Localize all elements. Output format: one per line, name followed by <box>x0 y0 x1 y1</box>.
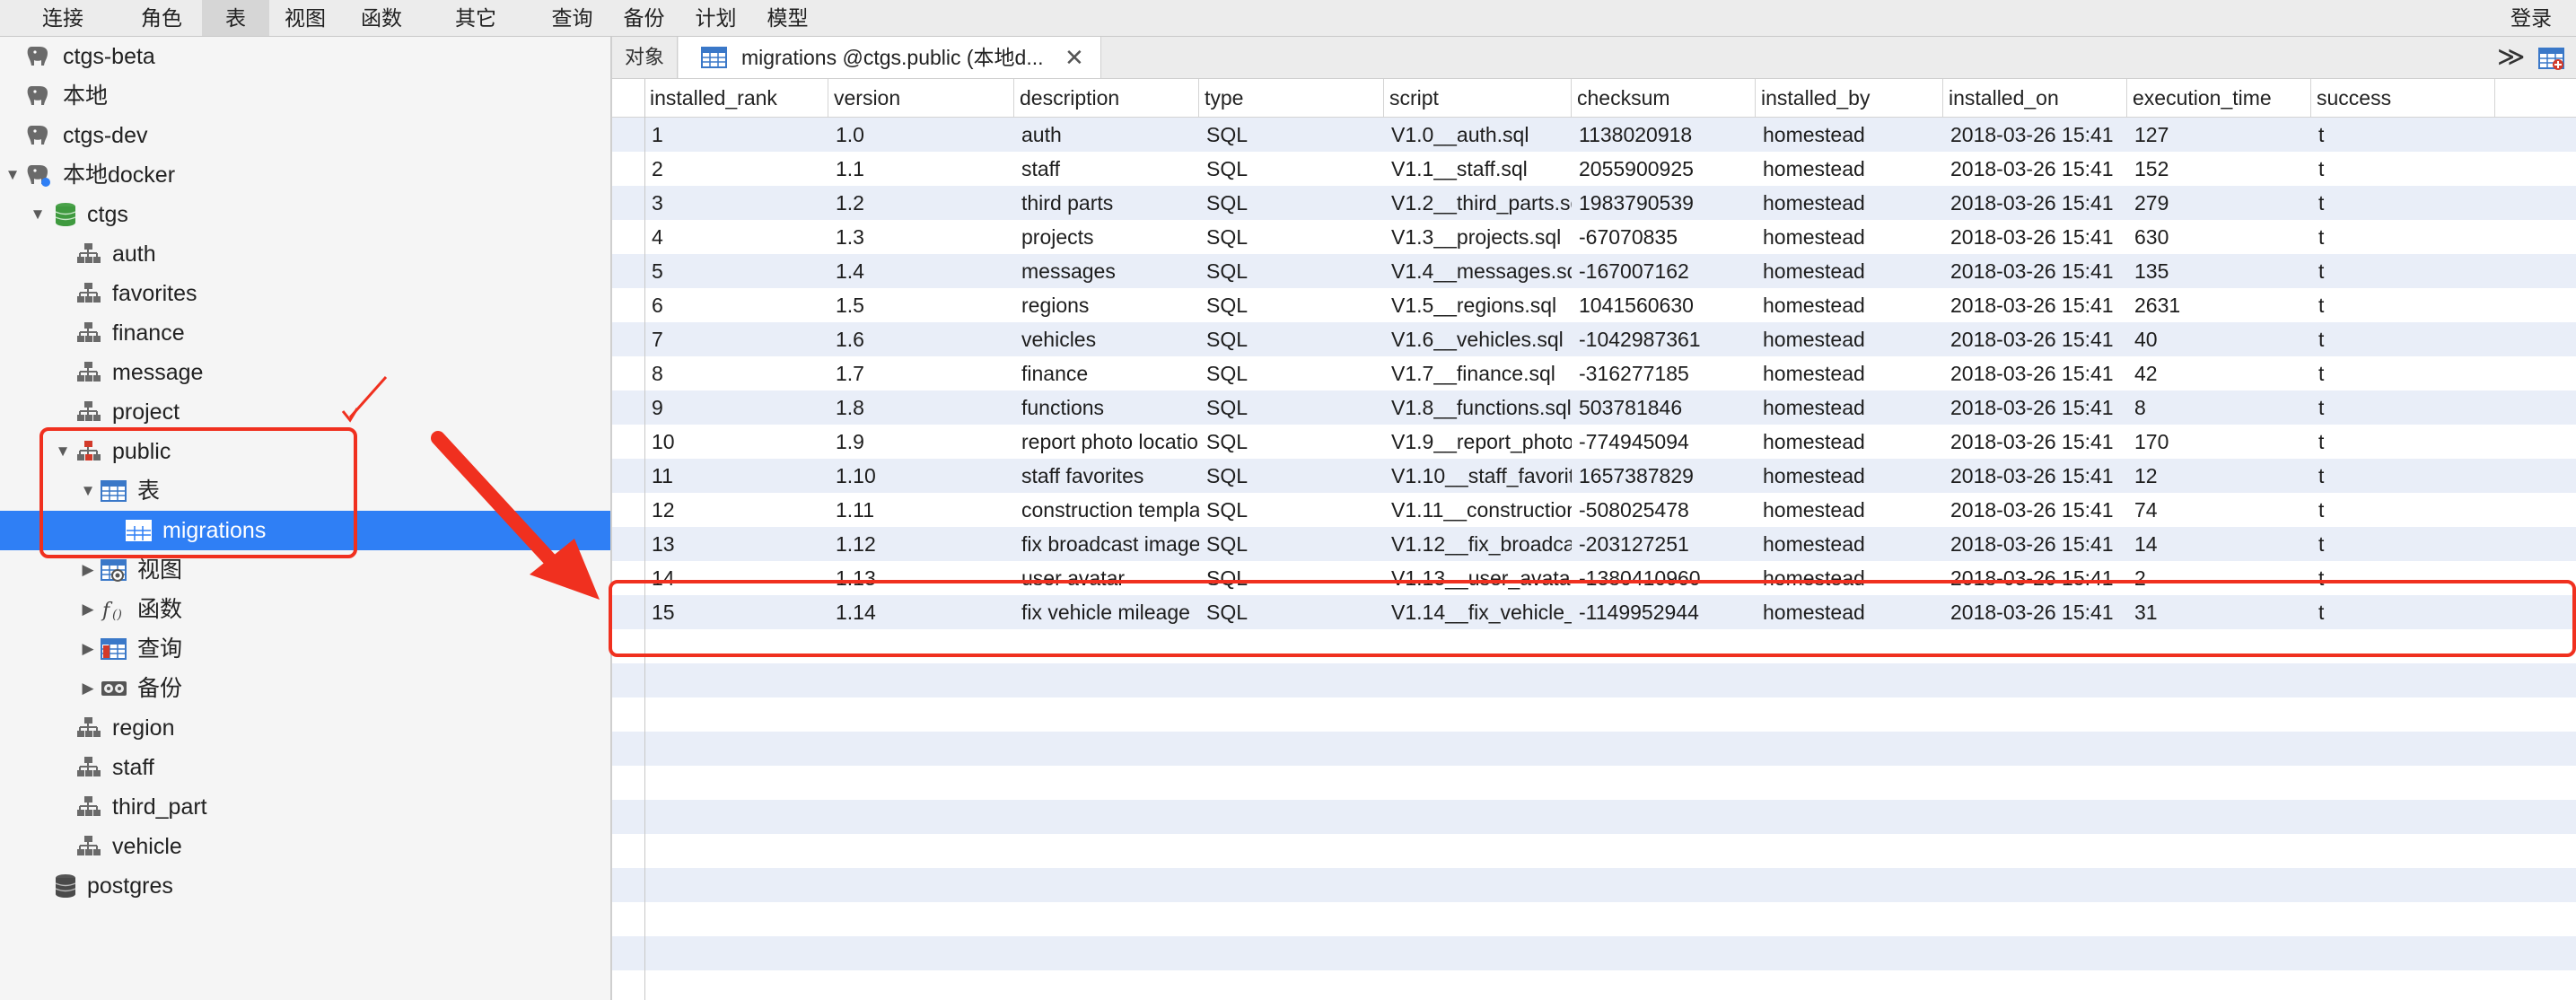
annotation-arrow-large <box>431 431 571 582</box>
annotation-arrows <box>341 376 600 600</box>
